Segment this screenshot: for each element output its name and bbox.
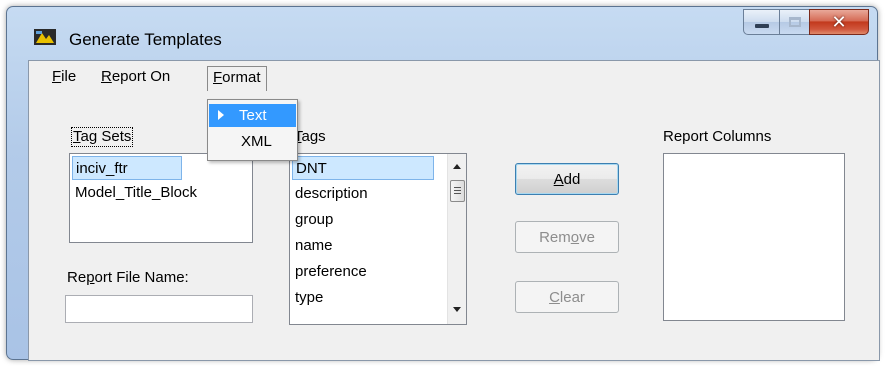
app-window: Generate Templates ✕ File Report On Form… (6, 6, 880, 361)
report-columns-label: Report Columns (663, 128, 772, 145)
caption-buttons: ✕ (743, 9, 869, 35)
list-item[interactable]: DNT (292, 156, 434, 180)
list-item[interactable]: type (292, 286, 323, 310)
remove-button[interactable]: Rem o ve (515, 221, 619, 253)
remove-mnemonic: o (570, 228, 580, 246)
tags-list[interactable]: DNT description group name preference ty… (289, 153, 467, 325)
tags-scrollbar[interactable] (447, 154, 466, 324)
maximize-icon (788, 17, 801, 27)
scroll-up-icon[interactable] (453, 164, 461, 169)
clear-button[interactable]: Clear (515, 281, 619, 313)
close-button[interactable]: ✕ (809, 9, 869, 35)
report-file-name-input[interactable] (65, 295, 253, 323)
tag-sets-label-text: ag Sets (80, 128, 132, 145)
add-mnemonic: A (553, 170, 564, 188)
dialog-client-area: File Report On Format Text XML Tag Sets … (28, 60, 880, 361)
clear-mnemonic: C (549, 288, 560, 306)
format-dropdown-menu: Text XML (207, 99, 298, 161)
list-item[interactable]: description (292, 182, 368, 206)
close-icon: ✕ (831, 11, 847, 33)
tag-sets-label: Tag Sets (71, 127, 134, 147)
app-icon (34, 29, 56, 45)
report-file-name-label: Report File Name: (67, 269, 189, 286)
menu-item-text-label: Text (239, 107, 267, 124)
scroll-thumb[interactable] (450, 180, 465, 202)
clear-label: lear (559, 288, 585, 306)
check-arrow-icon (218, 110, 224, 120)
tags-label: Tags (294, 128, 326, 145)
menu-file[interactable]: File (47, 66, 81, 90)
tag-sets-list[interactable]: inciv_ftr Model_Title_Block (69, 153, 253, 243)
menu-bar: File Report On Format (29, 61, 879, 93)
list-item[interactable]: group (292, 208, 333, 232)
minimize-button[interactable] (743, 9, 779, 35)
grip-line (454, 187, 461, 188)
report-file-label-post: ort File Name: (94, 269, 189, 286)
menu-item-text[interactable]: Text (209, 104, 296, 127)
menu-item-xml-label: XML (241, 133, 272, 150)
list-item[interactable]: inciv_ftr (72, 156, 182, 180)
report-file-mnemonic: p (86, 269, 95, 286)
report-file-label-pre: Re (67, 269, 87, 286)
add-button[interactable]: Add (515, 163, 619, 195)
menu-format[interactable]: Format (207, 66, 267, 91)
maximize-button[interactable] (779, 9, 809, 35)
menu-report-on[interactable]: Report On (96, 66, 175, 90)
remove-label-pre: Rem (539, 228, 571, 246)
title-bar[interactable]: Generate Templates ✕ (7, 7, 877, 61)
menu-file-mnemonic: F (52, 68, 62, 85)
scroll-down-icon[interactable] (453, 307, 461, 312)
list-item[interactable]: Model_Title_Block (72, 181, 197, 205)
menu-file-label: ile (61, 68, 77, 85)
report-columns-list[interactable] (663, 153, 845, 321)
menu-item-xml[interactable]: XML (209, 130, 296, 153)
list-item[interactable]: preference (292, 260, 367, 284)
window-title: Generate Templates (69, 30, 222, 49)
minimize-icon (754, 24, 769, 28)
grip-line (454, 193, 461, 194)
menu-report-on-label: eport On (111, 68, 171, 85)
list-item[interactable]: name (292, 234, 333, 258)
grip-line (454, 190, 461, 191)
menu-format-label: ormat (222, 69, 261, 86)
remove-label-post: ve (579, 228, 595, 246)
tags-label-text: ags (301, 128, 326, 145)
add-label: dd (563, 170, 581, 188)
menu-report-on-mnemonic: R (101, 68, 112, 85)
tag-sets-mnemonic: T (73, 128, 81, 145)
menu-format-mnemonic: F (213, 69, 223, 86)
